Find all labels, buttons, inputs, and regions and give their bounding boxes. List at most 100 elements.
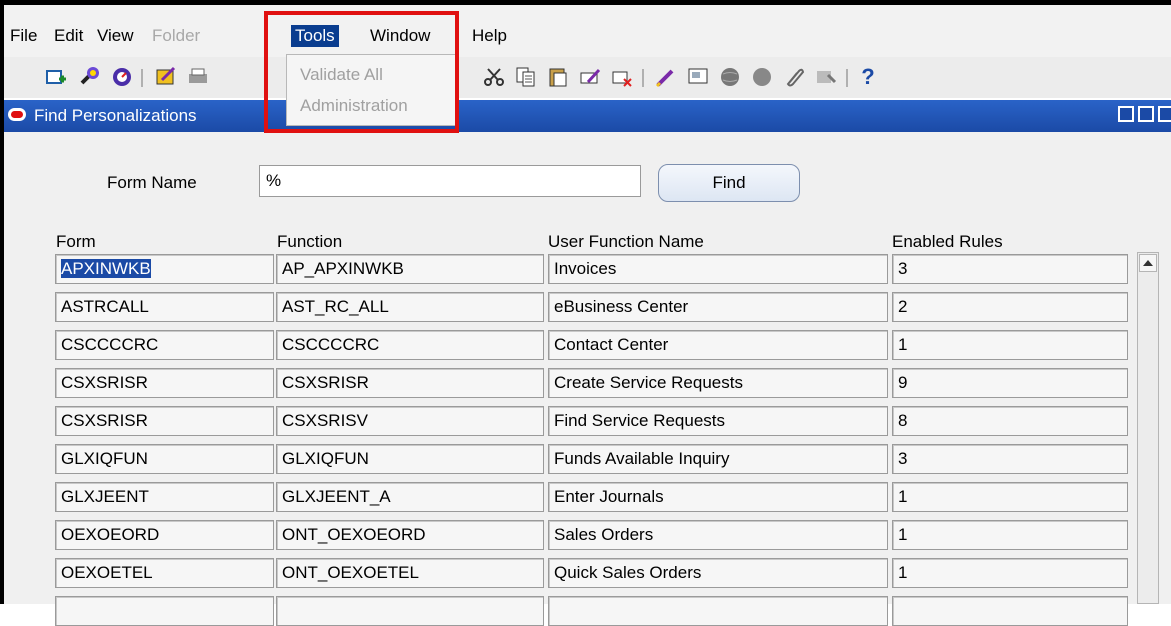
table-cell-empty[interactable] <box>892 596 1128 626</box>
table-cell-user-function[interactable]: Find Service Requests <box>548 406 888 436</box>
window-title-bar[interactable]: Find Personalizations <box>4 100 1171 132</box>
table-cell-form[interactable]: ASTRCALL <box>55 292 274 322</box>
new-record-icon[interactable] <box>44 65 68 89</box>
delete-record-icon[interactable] <box>610 65 634 89</box>
cell-value: OEXOEORD <box>61 525 160 544</box>
window-title: Find Personalizations <box>34 106 197 125</box>
table-cell-user-function[interactable]: Funds Available Inquiry <box>548 444 888 474</box>
cell-value: CSCCCCRC <box>282 335 380 354</box>
table-cell-form[interactable]: GLXIQFUN <box>55 444 274 474</box>
cell-value: APXINWKB <box>61 259 151 278</box>
table-cell-function[interactable]: CSXSRISV <box>276 406 544 436</box>
close-icon[interactable] <box>1158 106 1171 122</box>
table-cell-user-function[interactable]: Invoices <box>548 254 888 284</box>
table-cell-function[interactable]: AST_RC_ALL <box>276 292 544 322</box>
search-flashlight-icon[interactable] <box>78 65 102 89</box>
zoom-icon[interactable] <box>686 65 710 89</box>
menu-help[interactable]: Help <box>472 26 507 46</box>
copy-icon[interactable] <box>514 65 538 89</box>
cell-value: GLXJEENT_A <box>282 487 391 506</box>
cell-value: ASTRCALL <box>61 297 149 316</box>
clear-record-icon[interactable] <box>578 65 602 89</box>
cell-value: Create Service Requests <box>554 373 743 392</box>
table-cell-rules[interactable]: 8 <box>892 406 1128 436</box>
highlight-annotation-box <box>264 11 459 133</box>
minimize-icon[interactable] <box>1118 106 1134 122</box>
table-cell-form[interactable]: CSXSRISR <box>55 368 274 398</box>
menu-folder[interactable]: Folder <box>152 26 200 46</box>
table-cell-empty[interactable] <box>276 596 544 626</box>
edit-field-icon[interactable] <box>654 65 678 89</box>
table-cell-rules[interactable]: 3 <box>892 254 1128 284</box>
find-button[interactable]: Find <box>658 164 800 202</box>
table-cell-rules[interactable]: 1 <box>892 520 1128 550</box>
table-cell-form[interactable]: OEXOETEL <box>55 558 274 588</box>
table-cell-user-function[interactable]: Create Service Requests <box>548 368 888 398</box>
cell-value: ONT_OEXOEORD <box>282 525 426 544</box>
cell-value: 1 <box>898 525 908 544</box>
table-cell-user-function[interactable]: Enter Journals <box>548 482 888 512</box>
table-cell-form[interactable]: APXINWKB <box>55 254 274 284</box>
column-header-form: Form <box>56 232 96 251</box>
table-cell-rules[interactable]: 1 <box>892 330 1128 360</box>
print-icon[interactable] <box>186 65 210 89</box>
table-cell-function[interactable]: GLXJEENT_A <box>276 482 544 512</box>
cell-value: 3 <box>898 449 908 468</box>
vertical-scrollbar[interactable] <box>1137 252 1159 604</box>
attachments-icon[interactable] <box>750 65 774 89</box>
table-cell-rules[interactable]: 1 <box>892 482 1128 512</box>
table-cell-rules[interactable]: 9 <box>892 368 1128 398</box>
find-personalizations-form: Form Name Find Form Function User Functi… <box>4 132 1171 626</box>
table-cell-empty[interactable] <box>55 596 274 626</box>
maximize-icon[interactable] <box>1138 106 1154 122</box>
menu-file[interactable]: File <box>10 26 37 46</box>
column-header-enabled-rules: Enabled Rules <box>892 232 1003 251</box>
menu-view[interactable]: View <box>97 26 134 46</box>
column-header-user-function-name: User Function Name <box>548 232 704 251</box>
cell-value: 2 <box>898 297 908 316</box>
cell-value: Quick Sales Orders <box>554 563 702 582</box>
form-name-label: Form Name <box>107 173 197 192</box>
paperclip-icon[interactable] <box>782 65 806 89</box>
cell-value: CSXSRISR <box>61 373 148 392</box>
translations-globe-icon[interactable] <box>718 65 742 89</box>
cell-value: 1 <box>898 335 908 354</box>
navigator-icon[interactable] <box>110 65 134 89</box>
table-cell-user-function[interactable]: Contact Center <box>548 330 888 360</box>
help-icon[interactable]: ? <box>856 64 880 89</box>
cell-value: CSXSRISR <box>61 411 148 430</box>
cell-value: OEXOETEL <box>61 563 153 582</box>
table-cell-function[interactable]: CSCCCCRC <box>276 330 544 360</box>
table-cell-form[interactable]: OEXOEORD <box>55 520 274 550</box>
table-cell-form[interactable]: CSXSRISR <box>55 406 274 436</box>
table-cell-user-function[interactable]: eBusiness Center <box>548 292 888 322</box>
scroll-up-arrow-icon[interactable] <box>1139 254 1157 272</box>
table-cell-rules[interactable]: 3 <box>892 444 1128 474</box>
toolbar-separator <box>846 69 848 87</box>
table-cell-form[interactable]: GLXJEENT <box>55 482 274 512</box>
table-cell-user-function[interactable]: Sales Orders <box>548 520 888 550</box>
toolbar-separator <box>141 69 143 87</box>
form-name-input[interactable] <box>259 165 641 197</box>
table-cell-form[interactable]: CSCCCCRC <box>55 330 274 360</box>
folder-tools-icon[interactable] <box>814 65 838 89</box>
table-cell-function[interactable]: AP_APXINWKB <box>276 254 544 284</box>
paste-icon[interactable] <box>546 65 570 89</box>
table-cell-function[interactable]: CSXSRISR <box>276 368 544 398</box>
table-cell-function[interactable]: GLXIQFUN <box>276 444 544 474</box>
menu-bar: File Edit View Folder Tools Window Help <box>4 5 1171 57</box>
table-cell-empty[interactable] <box>548 596 888 626</box>
cell-value: eBusiness Center <box>554 297 689 316</box>
cell-value: 1 <box>898 487 908 506</box>
table-cell-function[interactable]: ONT_OEXOEORD <box>276 520 544 550</box>
table-cell-function[interactable]: ONT_OEXOETEL <box>276 558 544 588</box>
table-cell-rules[interactable]: 2 <box>892 292 1128 322</box>
table-cell-user-function[interactable]: Quick Sales Orders <box>548 558 888 588</box>
table-cell-rules[interactable]: 1 <box>892 558 1128 588</box>
cell-value: Sales Orders <box>554 525 654 544</box>
menu-edit[interactable]: Edit <box>54 26 83 46</box>
cut-icon[interactable] <box>482 65 506 89</box>
save-icon[interactable] <box>154 65 178 89</box>
cell-value: 3 <box>898 259 908 278</box>
cell-value: Enter Journals <box>554 487 664 506</box>
